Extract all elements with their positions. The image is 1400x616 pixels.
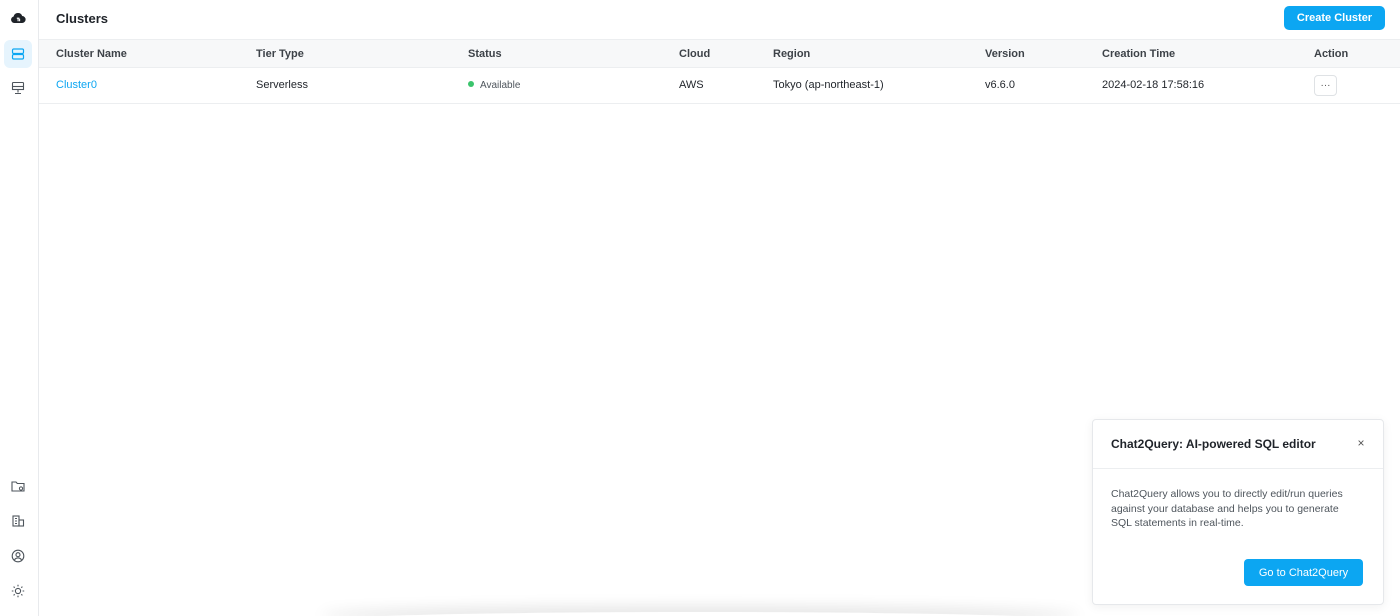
organization-icon[interactable] — [4, 507, 32, 535]
go-to-chat2query-button[interactable]: Go to Chat2Query — [1244, 559, 1363, 586]
page-title: Clusters — [56, 11, 109, 26]
cloud-cell: AWS — [679, 79, 704, 91]
status-badge: Available — [468, 79, 520, 91]
close-icon[interactable]: × — [1353, 435, 1369, 451]
column-header-cloud: Cloud — [679, 48, 711, 60]
sidebar — [0, 0, 39, 616]
page-header: Clusters Create Cluster — [39, 0, 1400, 38]
column-header-creation-time: Creation Time — [1102, 48, 1176, 60]
folder-settings-icon[interactable] — [4, 472, 32, 500]
table-row: Cluster0 Serverless Available AWS Tokyo … — [39, 68, 1400, 104]
theme-sun-icon[interactable] — [4, 577, 32, 605]
logo-icon[interactable] — [4, 4, 32, 32]
more-actions-button[interactable]: ··· — [1314, 75, 1337, 96]
region-cell: Tokyo (ap-northeast-1) — [773, 79, 884, 91]
column-header-status: Status — [468, 48, 502, 60]
version-cell: v6.6.0 — [985, 79, 1015, 91]
clusters-icon[interactable] — [4, 40, 32, 68]
column-header-tier-type: Tier Type — [256, 48, 304, 60]
cluster-name-link[interactable]: Cluster0 — [56, 79, 97, 91]
popup-title: Chat2Query: AI-powered SQL editor — [1111, 437, 1316, 451]
column-header-version: Version — [985, 48, 1025, 60]
table-header: Cluster Name Tier Type Status Cloud Regi… — [39, 39, 1400, 68]
create-cluster-button[interactable]: Create Cluster — [1284, 6, 1385, 30]
clusters-table: Cluster Name Tier Type Status Cloud Regi… — [39, 39, 1400, 104]
bottom-shadow-decoration — [320, 612, 1080, 616]
column-header-region: Region — [773, 48, 811, 60]
data-service-icon[interactable] — [4, 74, 32, 102]
status-text: Available — [480, 80, 521, 91]
status-dot-icon — [468, 81, 474, 88]
column-header-cluster-name: Cluster Name — [56, 48, 127, 60]
popup-header: Chat2Query: AI-powered SQL editor × — [1093, 420, 1383, 469]
creation-time-cell: 2024-02-18 17:58:16 — [1102, 79, 1205, 91]
account-icon[interactable] — [4, 542, 32, 570]
chat2query-popup: Chat2Query: AI-powered SQL editor × Chat… — [1092, 419, 1384, 605]
column-header-action: Action — [1314, 48, 1349, 60]
tier-type-cell: Serverless — [256, 79, 308, 91]
popup-description: Chat2Query allows you to directly edit/r… — [1111, 488, 1343, 529]
